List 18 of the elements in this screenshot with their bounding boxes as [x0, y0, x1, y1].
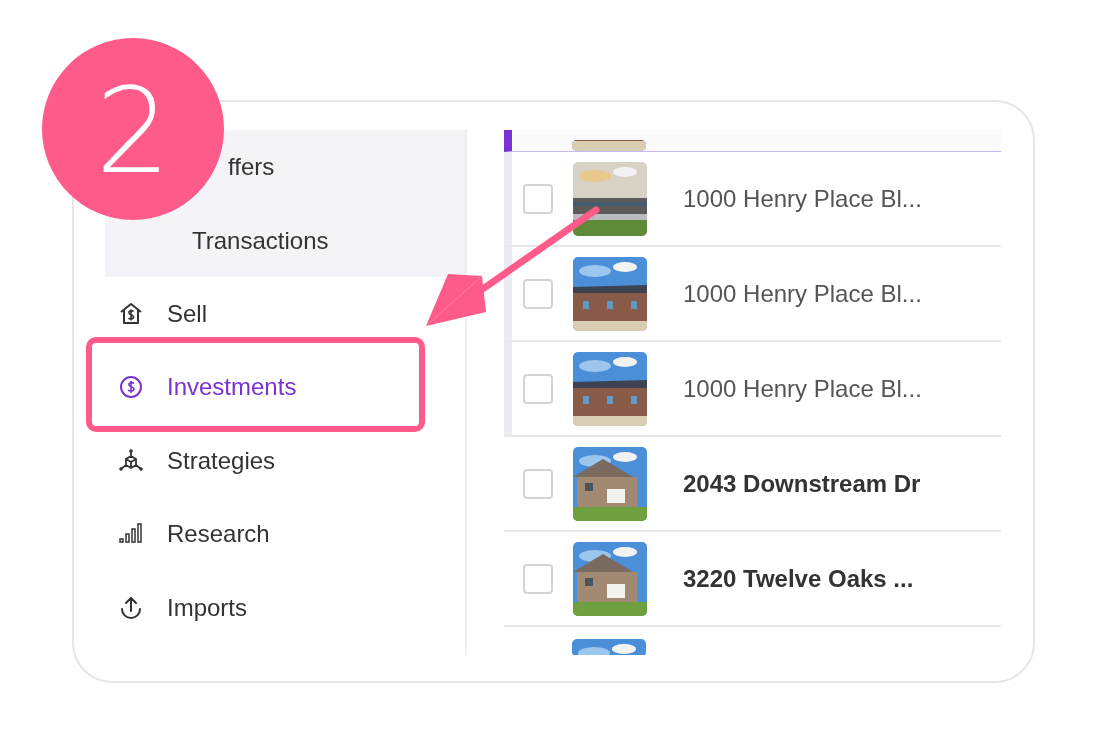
nav-item[interactable]: Imports: [105, 571, 247, 645]
checkbox[interactable]: [523, 183, 553, 214]
property-address[interactable]: 3220 Twelve Oaks ...: [683, 564, 914, 593]
submenu-item[interactable]: Transactions: [192, 226, 329, 255]
checkbox[interactable]: [523, 278, 553, 309]
checkbox[interactable]: [523, 373, 553, 404]
checkbox[interactable]: [523, 468, 553, 499]
step-badge: 2: [42, 38, 224, 220]
nav-item[interactable]: Strategies: [105, 424, 276, 498]
property-address[interactable]: 1000 Henry Place Bl...: [683, 374, 922, 403]
property-address[interactable]: 2043 Downstream Dr: [683, 469, 921, 498]
checkbox[interactable]: [523, 563, 553, 594]
property-address[interactable]: 1000 Henry Place Bl...: [683, 279, 922, 308]
property-address[interactable]: 1000 Henry Place Bl...: [683, 184, 922, 213]
nav-item[interactable]: Sell: [105, 277, 208, 351]
nav-item[interactable]: Investments: [105, 350, 297, 424]
submenu-item[interactable]: ffers: [228, 153, 275, 181]
nav-item[interactable]: Research: [105, 497, 270, 571]
